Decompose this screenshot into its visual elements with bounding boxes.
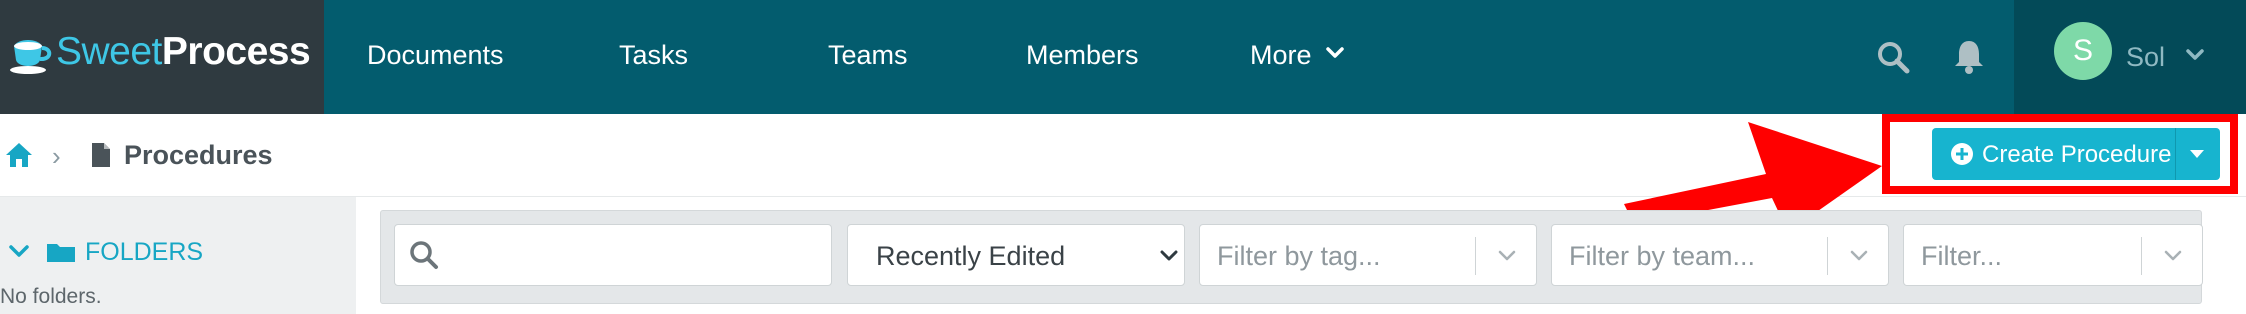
team-filter[interactable]: Filter by team... bbox=[1551, 224, 1889, 286]
chevron-down-icon bbox=[1850, 250, 1868, 261]
tag-filter-placeholder: Filter by tag... bbox=[1217, 241, 1381, 271]
brand-logo[interactable]: SweetProcess bbox=[0, 0, 324, 114]
teacup-icon bbox=[10, 40, 52, 74]
folder-icon bbox=[47, 244, 75, 262]
nav-more[interactable]: More bbox=[1250, 40, 1312, 71]
breadcrumb-separator: › bbox=[52, 141, 61, 171]
field-divider bbox=[1475, 237, 1476, 275]
nav-teams[interactable]: Teams bbox=[828, 40, 908, 71]
avatar[interactable]: S bbox=[2054, 22, 2112, 80]
chevron-down-icon bbox=[1498, 250, 1516, 261]
folders-toggle[interactable]: FOLDERS bbox=[85, 238, 203, 267]
chevron-down-icon bbox=[1160, 250, 1178, 261]
search-icon bbox=[410, 241, 438, 269]
sort-value: Recently Edited bbox=[876, 241, 1066, 271]
nav-members[interactable]: Members bbox=[1026, 40, 1139, 71]
empty-folders-text: No folders. bbox=[0, 285, 102, 308]
page-title: Procedures bbox=[124, 140, 273, 170]
sort-select[interactable]: Recently Edited bbox=[847, 224, 1185, 286]
user-name[interactable]: Sol bbox=[2126, 42, 2165, 73]
search-icon[interactable] bbox=[1876, 40, 1910, 74]
tag-filter[interactable]: Filter by tag... bbox=[1199, 224, 1537, 286]
chevron-down-icon[interactable] bbox=[8, 244, 30, 260]
document-icon bbox=[92, 143, 110, 167]
chevron-down-icon bbox=[2164, 250, 2182, 261]
bell-icon[interactable] bbox=[1954, 38, 1984, 74]
annotation-highlight-box bbox=[1882, 114, 2238, 194]
generic-filter[interactable]: Filter... bbox=[1903, 224, 2203, 286]
chevron-down-icon[interactable] bbox=[1326, 46, 1344, 60]
field-divider bbox=[1827, 237, 1828, 275]
nav-tasks[interactable]: Tasks bbox=[619, 40, 688, 71]
chevron-down-icon[interactable] bbox=[2186, 48, 2204, 62]
brand-name: SweetProcess bbox=[56, 30, 311, 73]
team-filter-placeholder: Filter by team... bbox=[1569, 241, 1756, 271]
nav-documents[interactable]: Documents bbox=[367, 40, 504, 71]
search-input[interactable] bbox=[394, 224, 832, 286]
field-divider bbox=[2141, 237, 2142, 275]
home-icon[interactable] bbox=[4, 141, 34, 169]
top-navigation-bar: SweetProcess Documents Tasks Teams Membe… bbox=[0, 0, 2246, 114]
generic-filter-placeholder: Filter... bbox=[1921, 241, 2003, 271]
